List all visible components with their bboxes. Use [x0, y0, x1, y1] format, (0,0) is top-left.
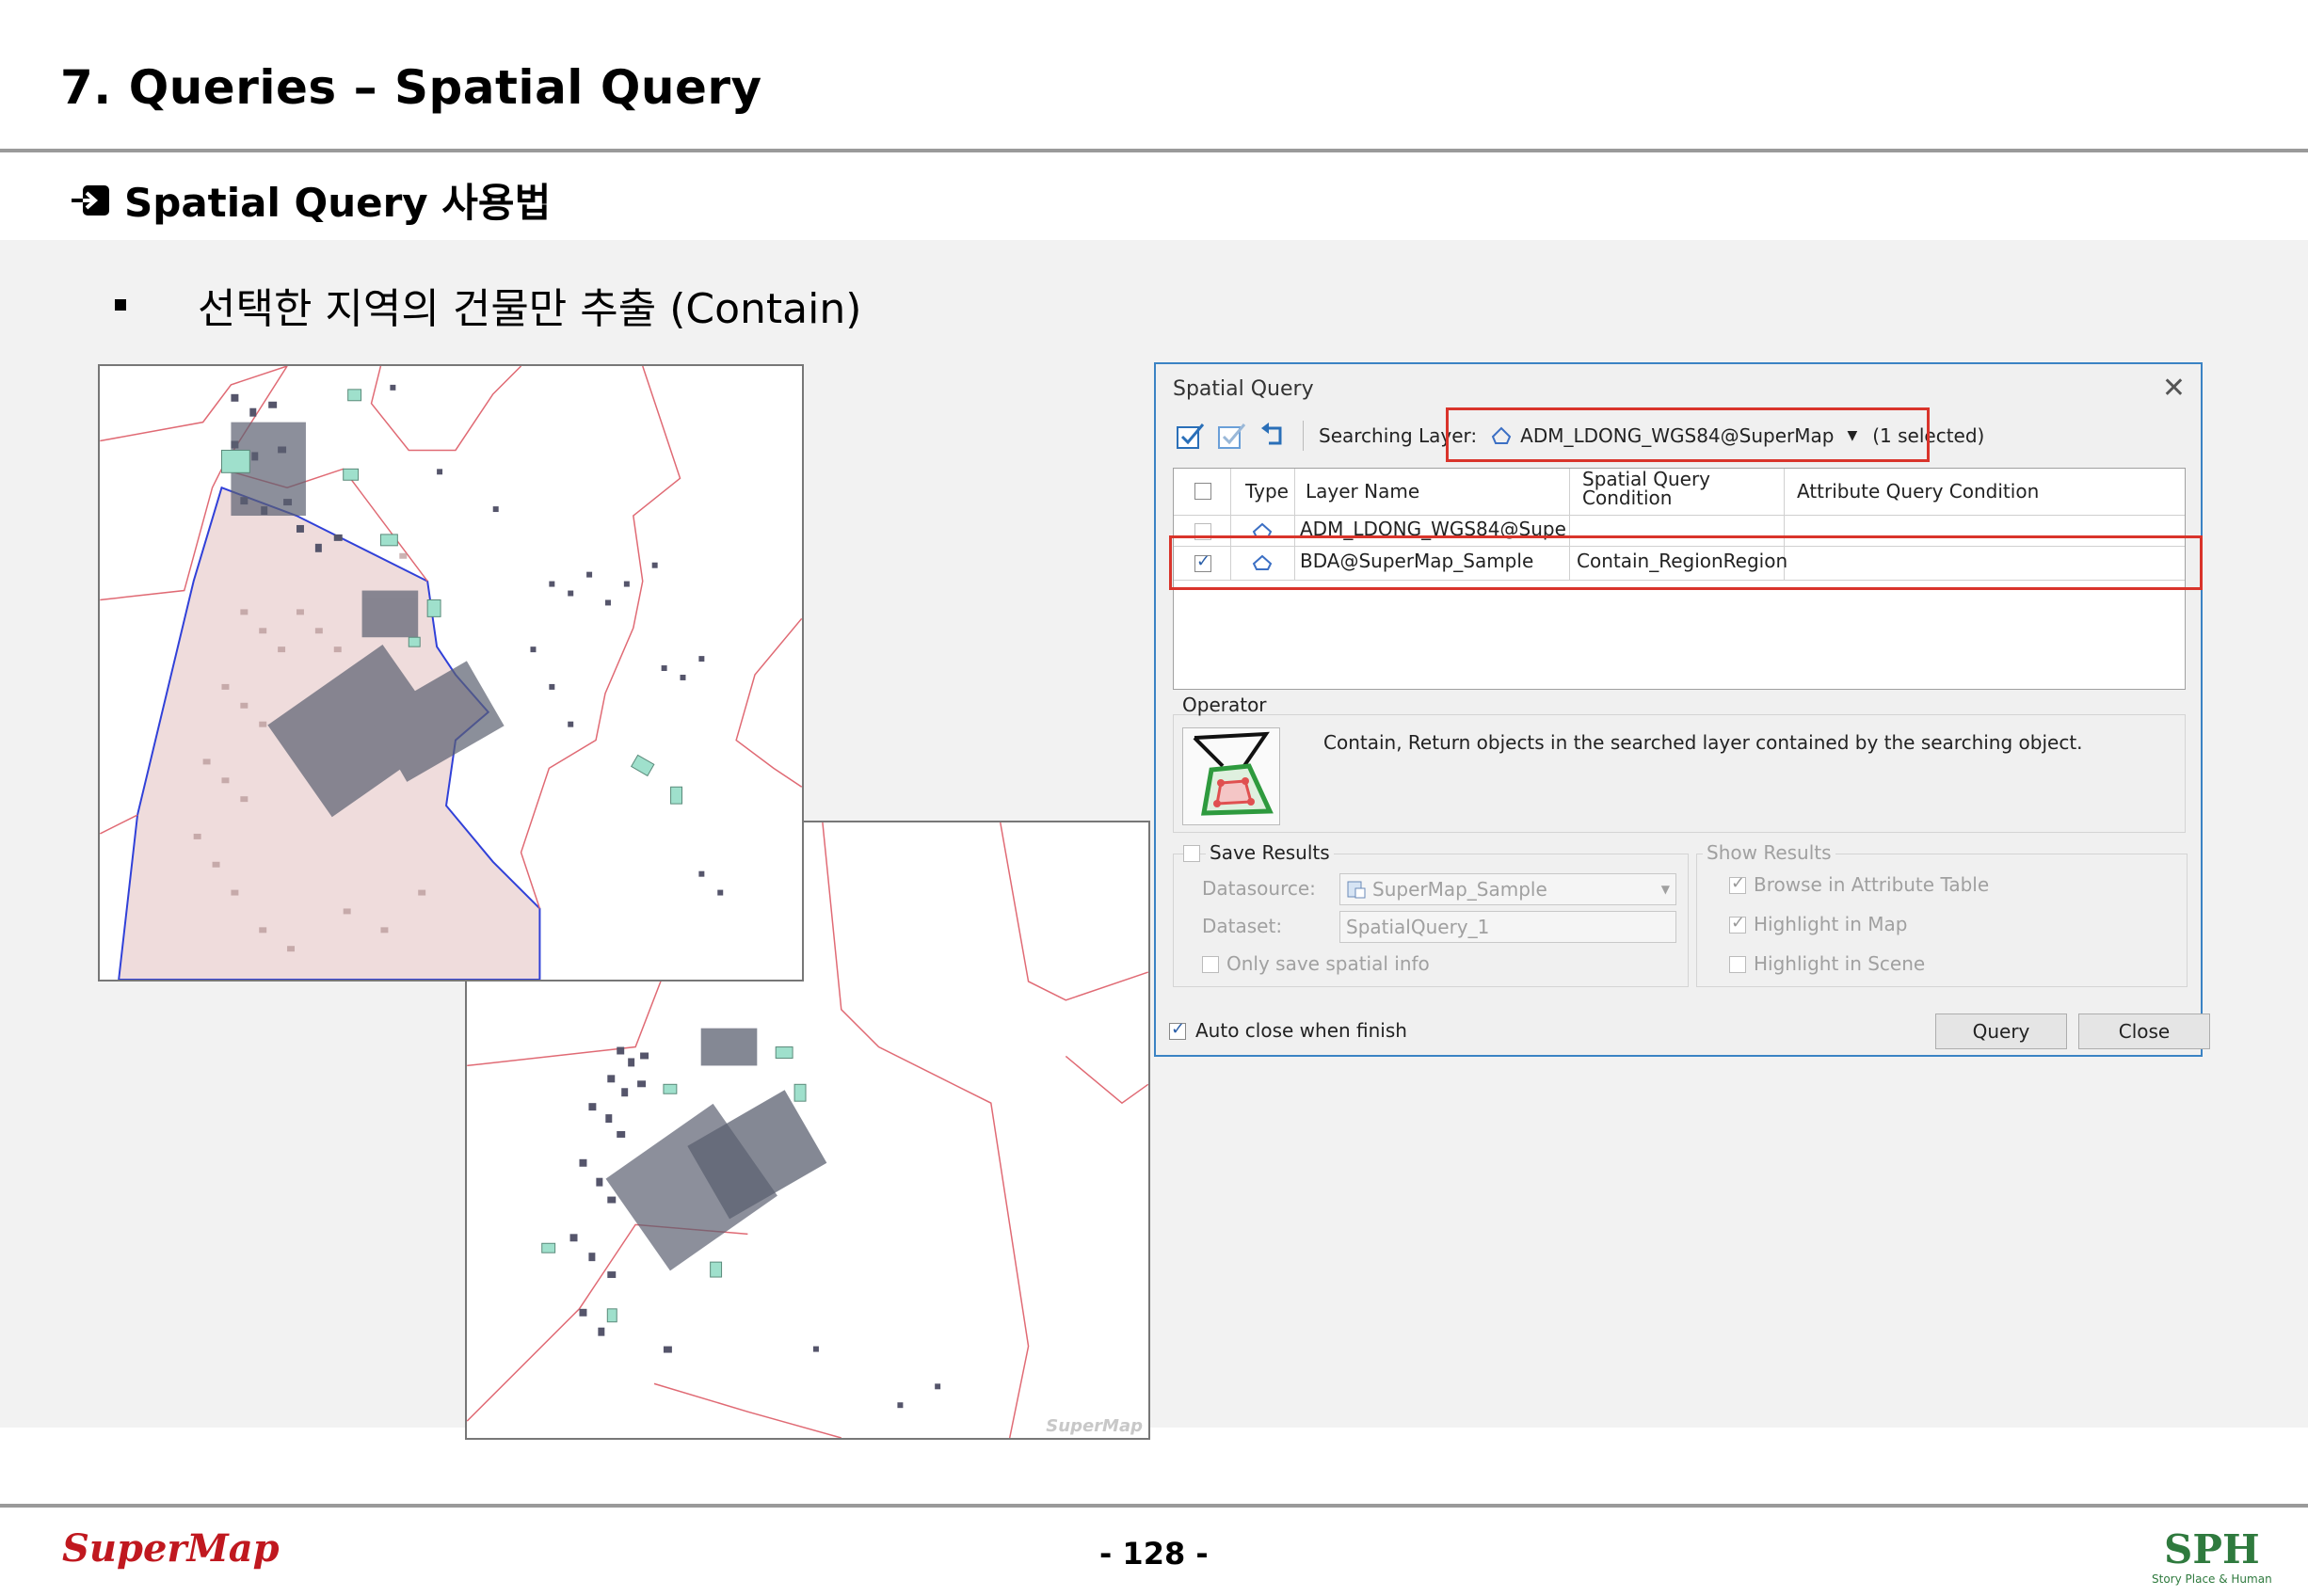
show-results-label: Show Results [1703, 841, 1835, 864]
select-all-icon [1177, 423, 1205, 449]
dataset-label: Dataset: [1202, 915, 1283, 937]
chevron-down-icon: ▼ [1660, 883, 1670, 896]
col-spatial-condition: Spatial Query Condition [1582, 470, 1710, 507]
spatial-query-dialog: Spatial Query ✕ Searching Layer: ADM_LDO… [1154, 362, 2210, 1057]
bullet-square-icon [115, 299, 126, 311]
show-results-group: Show Results Browse in Attribute Table H… [1696, 841, 2188, 987]
query-map-canvas [100, 366, 802, 980]
map-watermark: SuperMap [1046, 1416, 1143, 1436]
only-spatial-checkbox[interactable] [1202, 956, 1219, 973]
toolbar-separator [1303, 421, 1304, 451]
header-checkbox[interactable] [1194, 483, 1211, 500]
supermap-logo: SuperMap [62, 1526, 280, 1571]
selected-row-highlight [1169, 535, 2203, 590]
operator-label: Operator [1182, 694, 1267, 716]
title-divider [0, 149, 2308, 152]
auto-close-label: Auto close when finish [1195, 1019, 1407, 1042]
highlight-map-checkbox[interactable] [1729, 913, 1746, 934]
reset-button[interactable] [1256, 419, 1290, 453]
browse-attribute-label: Browse in Attribute Table [1754, 873, 1990, 896]
datasource-select[interactable]: SuperMap_Sample ▼ [1339, 873, 1676, 905]
close-icon[interactable]: ✕ [2162, 372, 2186, 405]
footer-divider [0, 1504, 2308, 1508]
highlight-scene-label: Highlight in Scene [1754, 952, 1926, 975]
dialog-title: Spatial Query [1173, 377, 1314, 401]
bullet-item: 선택한 지역의 건물만 추출 (Contain) [115, 275, 861, 335]
highlight-scene-checkbox[interactable] [1729, 956, 1746, 973]
save-results-group: Save Results Datasource: SuperMap_Sample… [1173, 841, 1689, 987]
contain-operator-icon[interactable] [1182, 727, 1280, 825]
query-button[interactable]: Query [1935, 1013, 2067, 1049]
sph-logo: SPH Story Place & Human [2152, 1526, 2272, 1586]
undo-arrow-icon [1261, 423, 1282, 445]
only-spatial-label: Only save spatial info [1226, 952, 1430, 975]
page-title: 7. Queries – Spatial Query [60, 60, 762, 115]
datasource-label: Datasource: [1202, 877, 1316, 900]
bullet-text: 선택한 지역의 건물만 추출 (Contain) [198, 285, 862, 333]
operator-description: Contain, Return objects in the searched … [1323, 731, 2083, 754]
section-heading: Spatial Query 사용법 [70, 171, 551, 229]
datasource-value: SuperMap_Sample [1372, 878, 1547, 901]
searching-layer-highlight [1446, 407, 1930, 462]
datasource-icon [1347, 881, 1366, 899]
save-results-label: Save Results [1206, 841, 1334, 864]
col-layer-name: Layer Name [1306, 480, 1420, 503]
highlight-map-label: Highlight in Map [1754, 913, 1908, 935]
query-map [98, 364, 804, 982]
grid-header: Type Layer Name Spatial Query Condition … [1174, 469, 2185, 516]
browse-attribute-checkbox[interactable] [1729, 873, 1746, 894]
select-invert-icon [1218, 423, 1246, 449]
save-results-checkbox[interactable] [1183, 845, 1200, 862]
dialog-footer: Auto close when finish Query Close [1169, 1013, 2210, 1051]
close-button[interactable]: Close [2078, 1013, 2210, 1049]
select-invert-button[interactable] [1214, 419, 1248, 453]
dataset-value: SpatialQuery_1 [1346, 916, 1490, 938]
select-all-button[interactable] [1173, 419, 1207, 453]
contain-diagram-icon [1193, 731, 1274, 816]
enter-arrow-icon [72, 184, 109, 215]
section-title: Spatial Query 사용법 [124, 180, 552, 226]
auto-close-checkbox[interactable] [1169, 1019, 1186, 1040]
col-attribute-condition: Attribute Query Condition [1797, 480, 2040, 503]
sph-tagline: Story Place & Human [2152, 1572, 2272, 1586]
page-number: - 128 - [1099, 1536, 1209, 1572]
sph-logo-text: SPH [2164, 1526, 2260, 1572]
col-type: Type [1245, 480, 1289, 503]
operator-group: Operator Contain, Return objects in the … [1173, 694, 2186, 833]
dataset-input[interactable]: SpatialQuery_1 [1339, 911, 1676, 943]
